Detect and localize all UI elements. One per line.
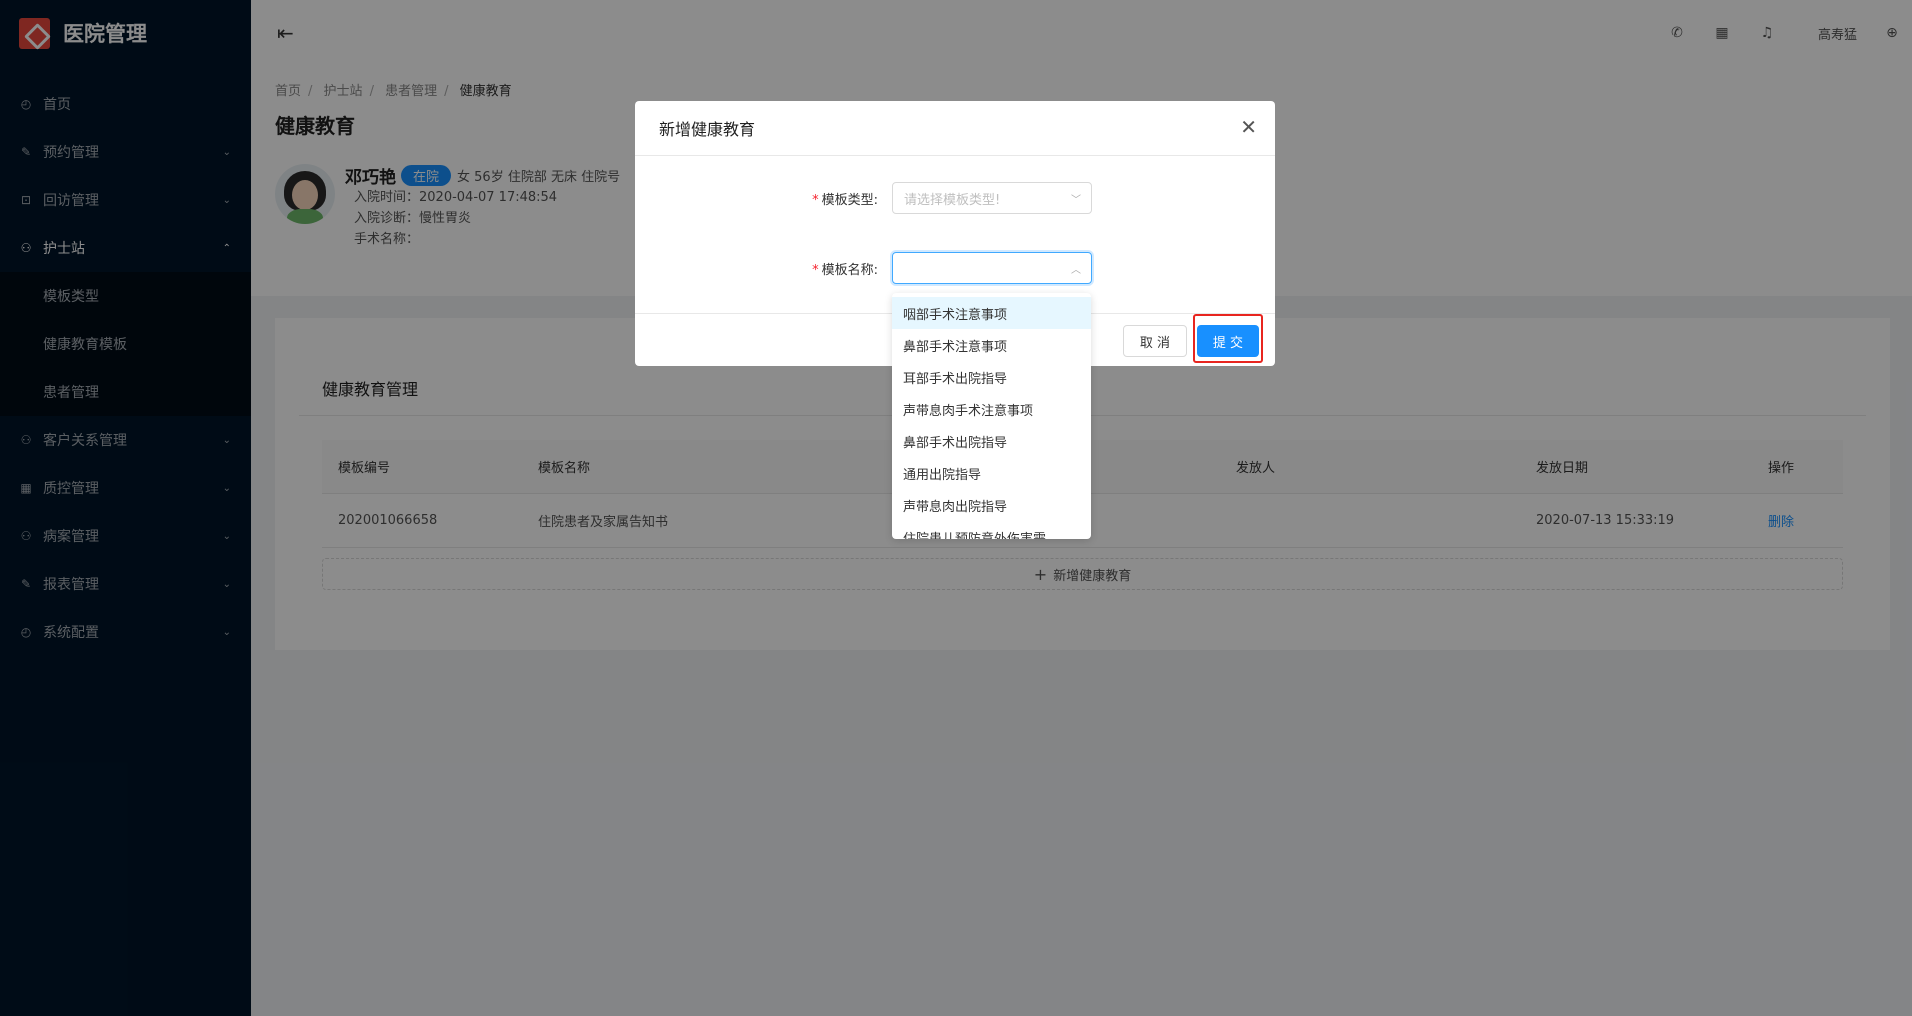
dropdown-option[interactable]: 通用出院指导	[892, 457, 1091, 489]
form-label: * 模板名称:	[812, 262, 878, 278]
cancel-button[interactable]: 取 消	[1123, 325, 1187, 357]
chevron-up-icon: ︿	[1071, 265, 1081, 276]
close-icon[interactable]: ✕	[1240, 117, 1257, 137]
template-type-select[interactable]: 请选择模板类型! ﹀	[892, 182, 1092, 214]
dropdown-option[interactable]: 耳部手术出院指导	[892, 361, 1091, 393]
template-name-dropdown: 咽部手术注意事项 鼻部手术注意事项 耳部手术出院指导 声带息肉手术注意事项 鼻部…	[892, 293, 1091, 539]
modal-title: 新增健康教育	[659, 120, 756, 139]
dropdown-option[interactable]: 声带息肉出院指导	[892, 489, 1091, 521]
template-name-select[interactable]: ︿	[892, 252, 1092, 284]
modal-header: 新增健康教育 ✕	[635, 101, 1275, 156]
dropdown-option[interactable]: 住院患儿预防意外伤害需...	[892, 521, 1091, 540]
dropdown-option[interactable]: 鼻部手术注意事项	[892, 329, 1091, 361]
dropdown-option[interactable]: 声带息肉手术注意事项	[892, 393, 1091, 425]
form-row-name: * 模板名称: ︿	[635, 252, 1275, 284]
submit-button[interactable]: 提 交	[1197, 325, 1259, 357]
dropdown-option[interactable]: 鼻部手术出院指导	[892, 425, 1091, 457]
dropdown-option[interactable]: 咽部手术注意事项	[892, 297, 1091, 329]
form-label: * 模板类型:	[812, 192, 878, 208]
select-placeholder: 请选择模板类型!	[904, 192, 1001, 208]
chevron-down-icon: ﹀	[1071, 195, 1081, 206]
form-row-type: * 模板类型: 请选择模板类型! ﹀	[635, 182, 1275, 214]
